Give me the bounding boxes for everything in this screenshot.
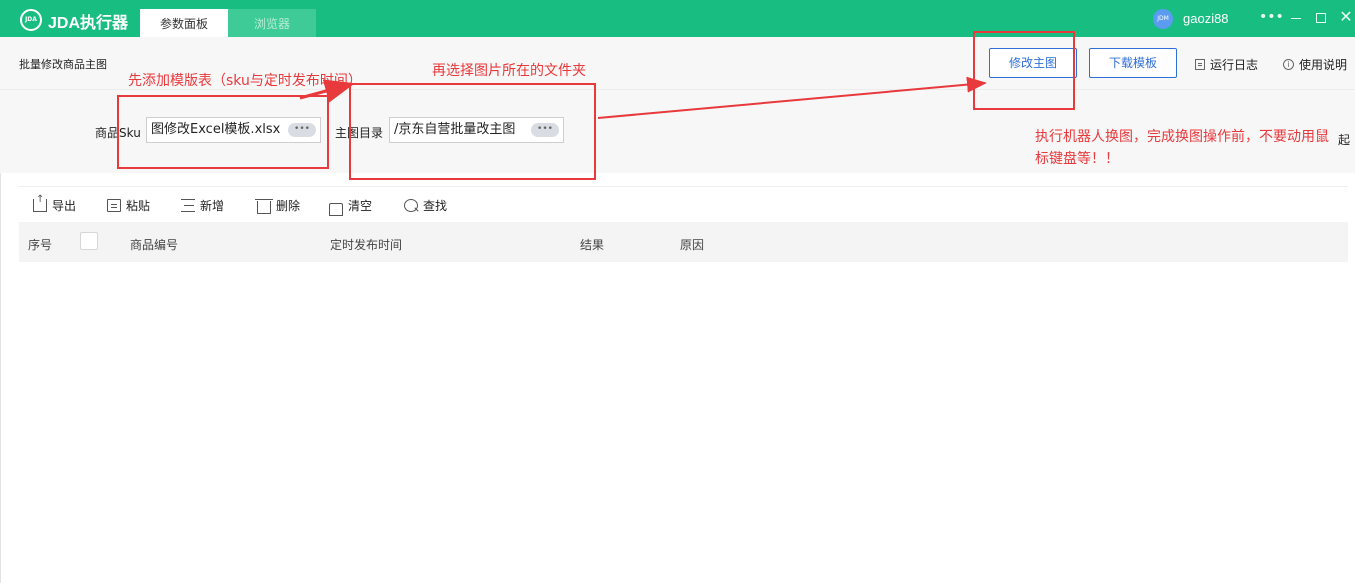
username[interactable]: gaozi88 — [1183, 11, 1229, 26]
select-all-checkbox[interactable] — [80, 232, 98, 250]
user-avatar[interactable]: JDM — [1153, 9, 1173, 29]
maximize-icon[interactable] — [1310, 6, 1332, 28]
table-toolbar: 导出 粘贴 新增 删除 清空 查找 — [19, 186, 1348, 222]
clear-label: 清空 — [348, 199, 373, 213]
run-log-label: 运行日志 — [1210, 58, 1259, 72]
column-publish-time[interactable]: 定时发布时间 — [330, 236, 402, 253]
add-label: 新增 — [200, 199, 225, 213]
search-icon — [404, 199, 418, 212]
app-title: JDA执行器 — [48, 15, 129, 32]
clear-icon — [329, 203, 343, 216]
paste-button[interactable]: 粘贴 — [107, 197, 150, 214]
app-logo: JDA — [20, 9, 42, 31]
tab-params-panel[interactable]: 参数面板 — [140, 9, 228, 37]
close-icon[interactable]: ✕ — [1335, 6, 1355, 28]
export-label: 导出 — [52, 199, 77, 213]
clear-button[interactable]: 清空 — [329, 197, 373, 216]
minimize-icon[interactable] — [1285, 6, 1307, 28]
title-bar: JDA JDA执行器 参数面板 浏览器 JDM gaozi88 ••• ✕ — [0, 0, 1355, 37]
trash-icon — [255, 199, 273, 214]
table-header: 序号 商品编号 定时发布时间 结果 原因 — [19, 222, 1348, 262]
delete-button[interactable]: 删除 — [255, 197, 301, 214]
column-product-id[interactable]: 商品编号 — [130, 236, 178, 253]
export-button[interactable]: 导出 — [33, 194, 77, 214]
help-link[interactable]: i 使用说明 — [1283, 56, 1347, 73]
annotation-box-dir — [349, 83, 596, 180]
annotation-step2: 再选择图片所在的文件夹 — [432, 63, 586, 79]
column-index[interactable]: 序号 — [28, 236, 52, 253]
annotation-step1: 先添加模版表（sku与定时发布时间） — [128, 73, 362, 89]
export-icon — [33, 194, 47, 212]
annotation-box-sku — [117, 95, 329, 169]
annotation-box-modify — [973, 31, 1075, 110]
table-body — [19, 262, 1348, 583]
download-template-button[interactable]: 下载模板 — [1089, 48, 1177, 78]
side-text: 起 — [1338, 133, 1351, 147]
add-button[interactable]: 新增 — [181, 197, 224, 214]
column-result[interactable]: 结果 — [580, 236, 604, 253]
more-options-icon[interactable]: ••• — [1259, 6, 1284, 28]
find-label: 查找 — [423, 199, 448, 213]
page-title: 批量修改商品主图 — [19, 58, 107, 71]
info-icon: i — [1283, 59, 1294, 70]
tab-browser[interactable]: 浏览器 — [228, 9, 316, 37]
delete-label: 删除 — [276, 199, 301, 213]
help-label: 使用说明 — [1299, 58, 1348, 72]
document-icon — [1195, 59, 1205, 70]
run-log-link[interactable]: 运行日志 — [1195, 56, 1258, 73]
add-row-icon — [181, 199, 195, 212]
column-reason[interactable]: 原因 — [680, 236, 704, 253]
annotation-warning: 执行机器人换图，完成换图操作前，不要动用鼠标键盘等！！ — [1035, 129, 1329, 167]
find-button[interactable]: 查找 — [404, 197, 447, 214]
paste-label: 粘贴 — [126, 199, 151, 213]
paste-icon — [107, 199, 121, 212]
